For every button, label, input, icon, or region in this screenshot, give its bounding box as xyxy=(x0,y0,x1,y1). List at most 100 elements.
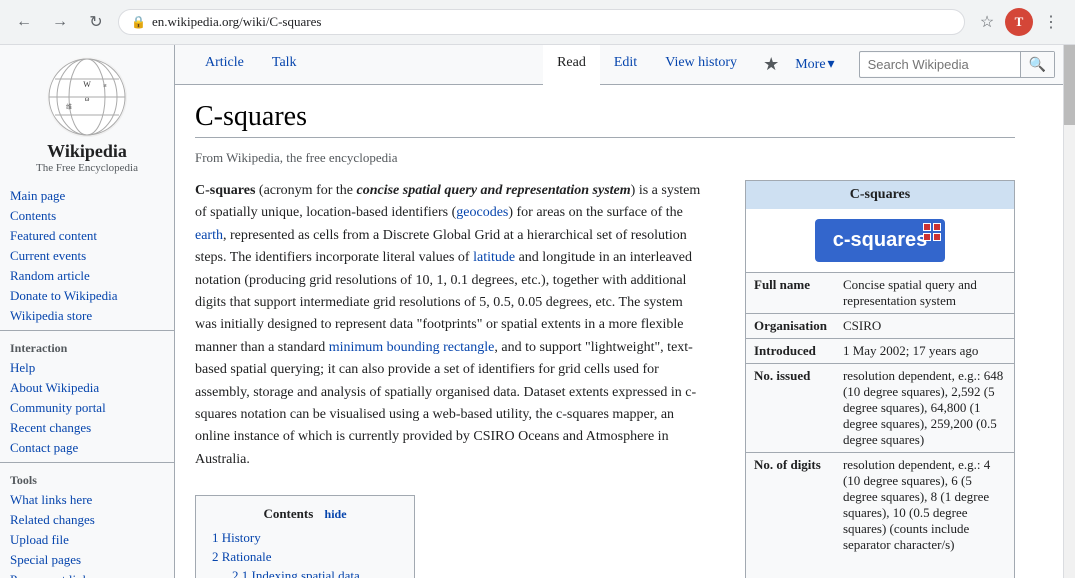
tab-read[interactable]: Read xyxy=(543,45,600,85)
wiki-wrapper: W ω 维 и Wikipedia The Free Encyclopedia … xyxy=(0,45,1075,578)
logo-squares-icon xyxy=(923,223,941,241)
sidebar: W ω 维 и Wikipedia The Free Encyclopedia … xyxy=(0,45,175,578)
earth-link[interactable]: earth xyxy=(195,228,223,243)
tab-article[interactable]: Article xyxy=(191,45,258,84)
menu-button[interactable]: ⋮ xyxy=(1037,8,1065,36)
infobox-title: C-squares xyxy=(746,181,1014,209)
wikipedia-globe-icon: W ω 维 и xyxy=(47,57,127,137)
contents-title: Contents hide xyxy=(212,506,398,522)
contents-num-1: 1 xyxy=(212,530,219,545)
infobox-table: Full name Concise spatial query and repr… xyxy=(746,272,1014,557)
search-button[interactable]: 🔍 xyxy=(1020,52,1054,77)
sidebar-item-special-pages[interactable]: Special pages xyxy=(0,550,174,570)
sidebar-divider-1 xyxy=(0,330,174,331)
sidebar-item-what-links[interactable]: What links here xyxy=(0,490,174,510)
infobox-label-fullname: Full name xyxy=(746,273,835,314)
infobox-value-issued: resolution dependent, e.g.: 648 (10 degr… xyxy=(835,364,1014,453)
contents-item-21: 2.1 Indexing spatial data xyxy=(212,568,398,578)
tab-edit[interactable]: Edit xyxy=(600,45,651,84)
tools-heading: Tools xyxy=(0,467,174,490)
sidebar-divider-2 xyxy=(0,462,174,463)
contents-list: 1 History 2 Rationale 2.1 Indexing spati… xyxy=(212,530,398,578)
full-name-italic: concise spatial query and representation… xyxy=(357,183,631,198)
tab-view-history[interactable]: View history xyxy=(651,45,751,84)
infobox-value-digits: resolution dependent, e.g.: 4 (10 degree… xyxy=(835,453,1014,558)
infobox-value-fullname: Concise spatial query and representation… xyxy=(835,273,1014,314)
sidebar-logo: W ω 维 и Wikipedia The Free Encyclopedia xyxy=(0,45,174,182)
article-title: C-squares xyxy=(195,101,1015,138)
infobox-label-digits: No. of digits xyxy=(746,453,835,558)
profile-button[interactable]: T xyxy=(1005,8,1033,36)
infobox-row-org: Organisation CSIRO xyxy=(746,314,1014,339)
svg-text:ω: ω xyxy=(85,95,90,103)
sidebar-item-contact[interactable]: Contact page xyxy=(0,438,174,458)
scrollbar-track[interactable] xyxy=(1063,45,1075,578)
back-button[interactable]: ← xyxy=(10,8,38,36)
intro-paragraph: C-squares (acronym for the concise spati… xyxy=(195,180,705,471)
article-text: C-squares (acronym for the concise spati… xyxy=(195,180,705,578)
csquares-bold: C-squares xyxy=(195,183,255,198)
contents-label: Contents xyxy=(263,506,313,521)
search-box[interactable]: 🔍 xyxy=(859,51,1055,78)
address-bar[interactable]: 🔒 en.wikipedia.org/wiki/C-squares xyxy=(118,9,965,35)
infobox-label-org: Organisation xyxy=(746,314,835,339)
article-body: C-squares (acronym for the concise spati… xyxy=(195,180,1015,578)
sidebar-item-main-page[interactable]: Main page xyxy=(0,186,174,206)
sidebar-item-wikipedia-store[interactable]: Wikipedia store xyxy=(0,306,174,326)
bookmark-button[interactable]: ☆ xyxy=(973,8,1001,36)
infobox-value-introduced: 1 May 2002; 17 years ago xyxy=(835,339,1014,364)
infobox: C-squares c-squares xyxy=(745,180,1015,578)
sidebar-item-about[interactable]: About Wikipedia xyxy=(0,378,174,398)
sidebar-item-random-article[interactable]: Random article xyxy=(0,266,174,286)
infobox-value-org: CSIRO xyxy=(835,314,1014,339)
browser-toolbar: ← → ↻ 🔒 en.wikipedia.org/wiki/C-squares … xyxy=(0,0,1075,44)
sidebar-item-upload-file[interactable]: Upload file xyxy=(0,530,174,550)
sidebar-item-featured-content[interactable]: Featured content xyxy=(0,226,174,246)
contents-link-2[interactable]: 2 Rationale xyxy=(212,549,272,564)
scrollbar-thumb[interactable] xyxy=(1064,45,1075,125)
tab-talk[interactable]: Talk xyxy=(258,45,311,84)
contents-item-2: 2 Rationale xyxy=(212,549,398,565)
sidebar-item-permanent-link[interactable]: Permanent link xyxy=(0,570,174,578)
more-chevron-icon: ▾ xyxy=(828,56,835,73)
infobox-row-issued: No. issued resolution dependent, e.g.: 6… xyxy=(746,364,1014,453)
infobox-row-fullname: Full name Concise spatial query and repr… xyxy=(746,273,1014,314)
latitude-link[interactable]: latitude xyxy=(473,250,515,265)
mbr-link[interactable]: minimum bounding rectangle xyxy=(329,340,495,355)
contents-num-21: 2.1 xyxy=(232,568,248,578)
sidebar-item-contents[interactable]: Contents xyxy=(0,206,174,226)
more-dropdown[interactable]: More ▾ xyxy=(787,52,842,77)
sidebar-item-recent-changes[interactable]: Recent changes xyxy=(0,418,174,438)
contents-label-21: Indexing spatial data xyxy=(252,568,360,578)
refresh-button[interactable]: ↻ xyxy=(82,8,110,36)
browser-chrome: ← → ↻ 🔒 en.wikipedia.org/wiki/C-squares … xyxy=(0,0,1075,45)
sidebar-item-community-portal[interactable]: Community portal xyxy=(0,398,174,418)
sidebar-item-related-changes[interactable]: Related changes xyxy=(0,510,174,530)
infobox-label-issued: No. issued xyxy=(746,364,835,453)
search-input[interactable] xyxy=(860,53,1020,76)
infobox-logo: c-squares xyxy=(746,209,1014,272)
contents-link-21[interactable]: 2.1 Indexing spatial data xyxy=(232,568,360,578)
contents-box: Contents hide 1 History 2 Rationale 2 xyxy=(195,495,415,578)
contents-link-1[interactable]: 1 History xyxy=(212,530,261,545)
contents-hide[interactable]: hide xyxy=(325,507,347,521)
more-label: More xyxy=(795,57,825,73)
forward-button[interactable]: → xyxy=(46,8,74,36)
sidebar-item-help[interactable]: Help xyxy=(0,358,174,378)
geocodes-link[interactable]: geocodes xyxy=(456,205,508,220)
infobox-row-introduced: Introduced 1 May 2002; 17 years ago xyxy=(746,339,1014,364)
svg-text:维: 维 xyxy=(66,103,72,111)
address-text: en.wikipedia.org/wiki/C-squares xyxy=(152,14,952,30)
star-icon[interactable]: ★ xyxy=(759,50,783,79)
svg-text:W: W xyxy=(83,80,91,89)
infobox-row-digits: No. of digits resolution dependent, e.g.… xyxy=(746,453,1014,558)
contents-label-2: Rationale xyxy=(222,549,272,564)
sidebar-nav: Main page Contents Featured content Curr… xyxy=(0,182,174,578)
tab-bar: Article Talk Read Edit View history ★ Mo… xyxy=(175,45,1063,85)
interaction-heading: Interaction xyxy=(0,335,174,358)
lock-icon: 🔒 xyxy=(131,15,146,30)
sidebar-item-donate[interactable]: Donate to Wikipedia xyxy=(0,286,174,306)
tab-actions: ★ More ▾ xyxy=(751,45,851,84)
sidebar-logo-title: Wikipedia xyxy=(8,141,166,162)
sidebar-item-current-events[interactable]: Current events xyxy=(0,246,174,266)
